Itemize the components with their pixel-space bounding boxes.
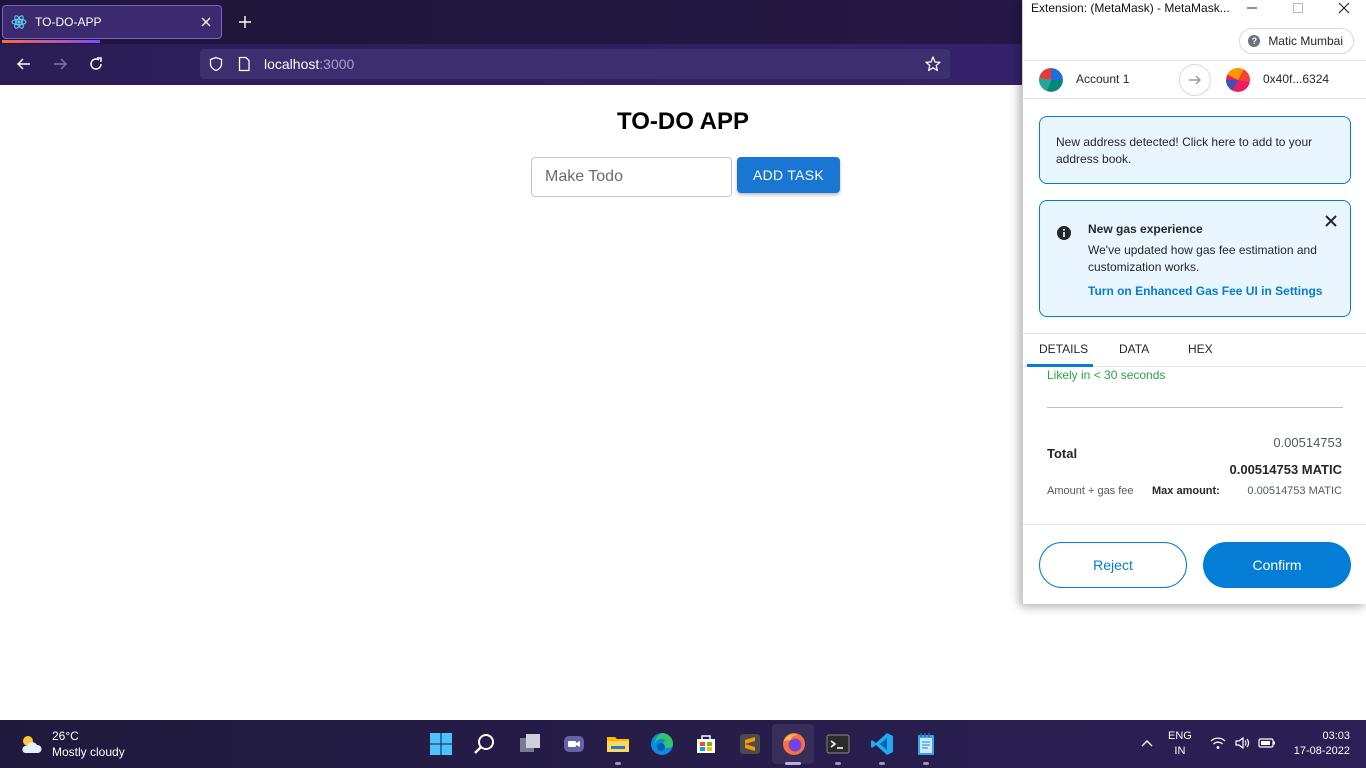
browser-tab[interactable]: TO-DO-APP <box>2 5 222 39</box>
tab-title: TO-DO-APP <box>35 15 102 29</box>
running-indicator <box>835 762 841 765</box>
notepad-icon[interactable] <box>912 730 940 758</box>
maximize-icon[interactable] <box>1291 1 1305 15</box>
total-label: Total <box>1047 446 1078 461</box>
info-icon <box>1056 225 1072 241</box>
weather-widget[interactable]: 26°C Mostly cloudy <box>18 729 125 759</box>
url-host: localhost <box>264 56 320 72</box>
from-account-avatar <box>1039 68 1063 92</box>
file-explorer-icon[interactable] <box>604 730 632 758</box>
forward-icon[interactable] <box>51 55 69 73</box>
language-code: ENG <box>1168 730 1192 742</box>
tab-loading-indicator <box>2 40 100 43</box>
divider <box>1047 407 1343 408</box>
network-name: Matic Mumbai <box>1268 34 1343 48</box>
total-primary-value: 0.00514753 MATIC <box>1229 462 1343 477</box>
amount-gas-fee-label: Amount + gas fee <box>1047 485 1134 497</box>
gas-experience-alert: New gas experience We've updated how gas… <box>1039 200 1351 317</box>
task-view-icon[interactable] <box>516 730 544 758</box>
gas-alert-title: New gas experience <box>1088 222 1203 236</box>
active-app-indicator <box>785 762 801 765</box>
tab-details[interactable]: DETAILS <box>1039 342 1088 356</box>
back-icon[interactable] <box>15 55 33 73</box>
to-address[interactable]: 0x40f...6324 <box>1263 72 1329 86</box>
taskbar: 26°C Mostly cloudy ENG IN 03:03 17-08-20… <box>0 720 1366 768</box>
minimize-icon[interactable] <box>1245 1 1259 15</box>
wifi-icon[interactable] <box>1210 736 1226 755</box>
running-indicator <box>615 762 621 765</box>
metamask-window-titlebar: Extension: (MetaMask) - MetaMask... <box>1023 0 1366 16</box>
clock-date: 17-08-2022 <box>1293 745 1350 757</box>
shield-icon[interactable] <box>208 56 224 72</box>
footer-divider <box>1023 524 1366 525</box>
bookmark-star-icon[interactable] <box>924 55 942 73</box>
new-address-alert[interactable]: New address detected! Click here to add … <box>1039 116 1351 184</box>
help-icon: ? <box>1248 35 1261 47</box>
network-selector[interactable]: ? Matic Mumbai <box>1239 28 1354 54</box>
new-tab-icon[interactable] <box>236 13 254 31</box>
new-address-alert-text: New address detected! Click here to add … <box>1056 135 1313 166</box>
url-bar[interactable]: localhost:3000 <box>200 49 950 79</box>
from-account-name[interactable]: Account 1 <box>1076 72 1129 86</box>
window-close-icon[interactable] <box>1337 1 1351 15</box>
weather-description: Mostly cloudy <box>52 745 125 759</box>
add-task-button[interactable]: ADD TASK <box>737 157 840 193</box>
sublime-text-icon[interactable] <box>736 730 764 758</box>
total-secondary-value: 0.00514753 <box>1273 435 1342 450</box>
running-indicator <box>923 762 929 765</box>
metamask-window-title: Extension: (MetaMask) - MetaMask... <box>1031 1 1230 15</box>
close-icon[interactable] <box>1324 214 1338 228</box>
max-amount-label: Max amount: <box>1152 485 1220 497</box>
tab-data[interactable]: DATA <box>1119 342 1149 356</box>
page-icon <box>236 56 252 72</box>
chevron-up-icon[interactable] <box>1140 736 1154 750</box>
edge-icon[interactable] <box>648 730 676 758</box>
vscode-icon[interactable] <box>868 730 896 758</box>
region-code: IN <box>1174 745 1186 757</box>
transaction-tabs: DETAILS DATA HEX <box>1023 333 1366 367</box>
gas-alert-body: We've updated how gas fee estimation and… <box>1088 243 1317 274</box>
input-language[interactable]: ENG IN <box>1168 729 1192 759</box>
reload-icon[interactable] <box>87 55 105 73</box>
gas-timing-estimate: Likely in < 30 seconds <box>1047 368 1166 382</box>
metamask-popup: Extension: (MetaMask) - MetaMask... ? Ma… <box>1022 0 1366 604</box>
react-favicon-icon <box>11 14 27 30</box>
system-tray[interactable] <box>1210 736 1276 755</box>
start-icon[interactable] <box>427 730 455 758</box>
max-amount-value: 0.00514753 MATIC <box>1247 485 1342 497</box>
running-indicator <box>879 762 885 765</box>
enhanced-gas-settings-link[interactable]: Turn on Enhanced Gas Fee UI in Settings <box>1088 284 1322 298</box>
battery-icon[interactable] <box>1258 736 1276 755</box>
weather-temperature: 26°C <box>52 729 79 743</box>
arrow-right-icon <box>1179 64 1211 96</box>
firefox-icon[interactable] <box>780 730 808 758</box>
tab-close-icon[interactable] <box>199 15 213 29</box>
microsoft-store-icon[interactable] <box>692 730 720 758</box>
teams-chat-icon[interactable] <box>560 730 588 758</box>
to-account-avatar <box>1226 68 1250 92</box>
search-icon[interactable] <box>471 730 499 758</box>
active-tab-indicator <box>1027 364 1093 367</box>
terminal-icon[interactable] <box>824 730 852 758</box>
reject-button[interactable]: Reject <box>1039 542 1187 588</box>
confirm-button[interactable]: Confirm <box>1203 542 1351 588</box>
network-bar: ? Matic Mumbai <box>1023 25 1366 57</box>
sender-recipient-row: Account 1 0x40f...6324 <box>1023 60 1366 99</box>
clock-time: 03:03 <box>1322 730 1350 742</box>
url-port: :3000 <box>319 56 355 72</box>
system-clock[interactable]: 03:03 17-08-2022 <box>1294 729 1350 759</box>
todo-input[interactable] <box>531 157 732 197</box>
tab-hex[interactable]: HEX <box>1188 342 1213 356</box>
volume-icon[interactable] <box>1234 736 1250 755</box>
partly-cloudy-icon <box>18 732 44 758</box>
